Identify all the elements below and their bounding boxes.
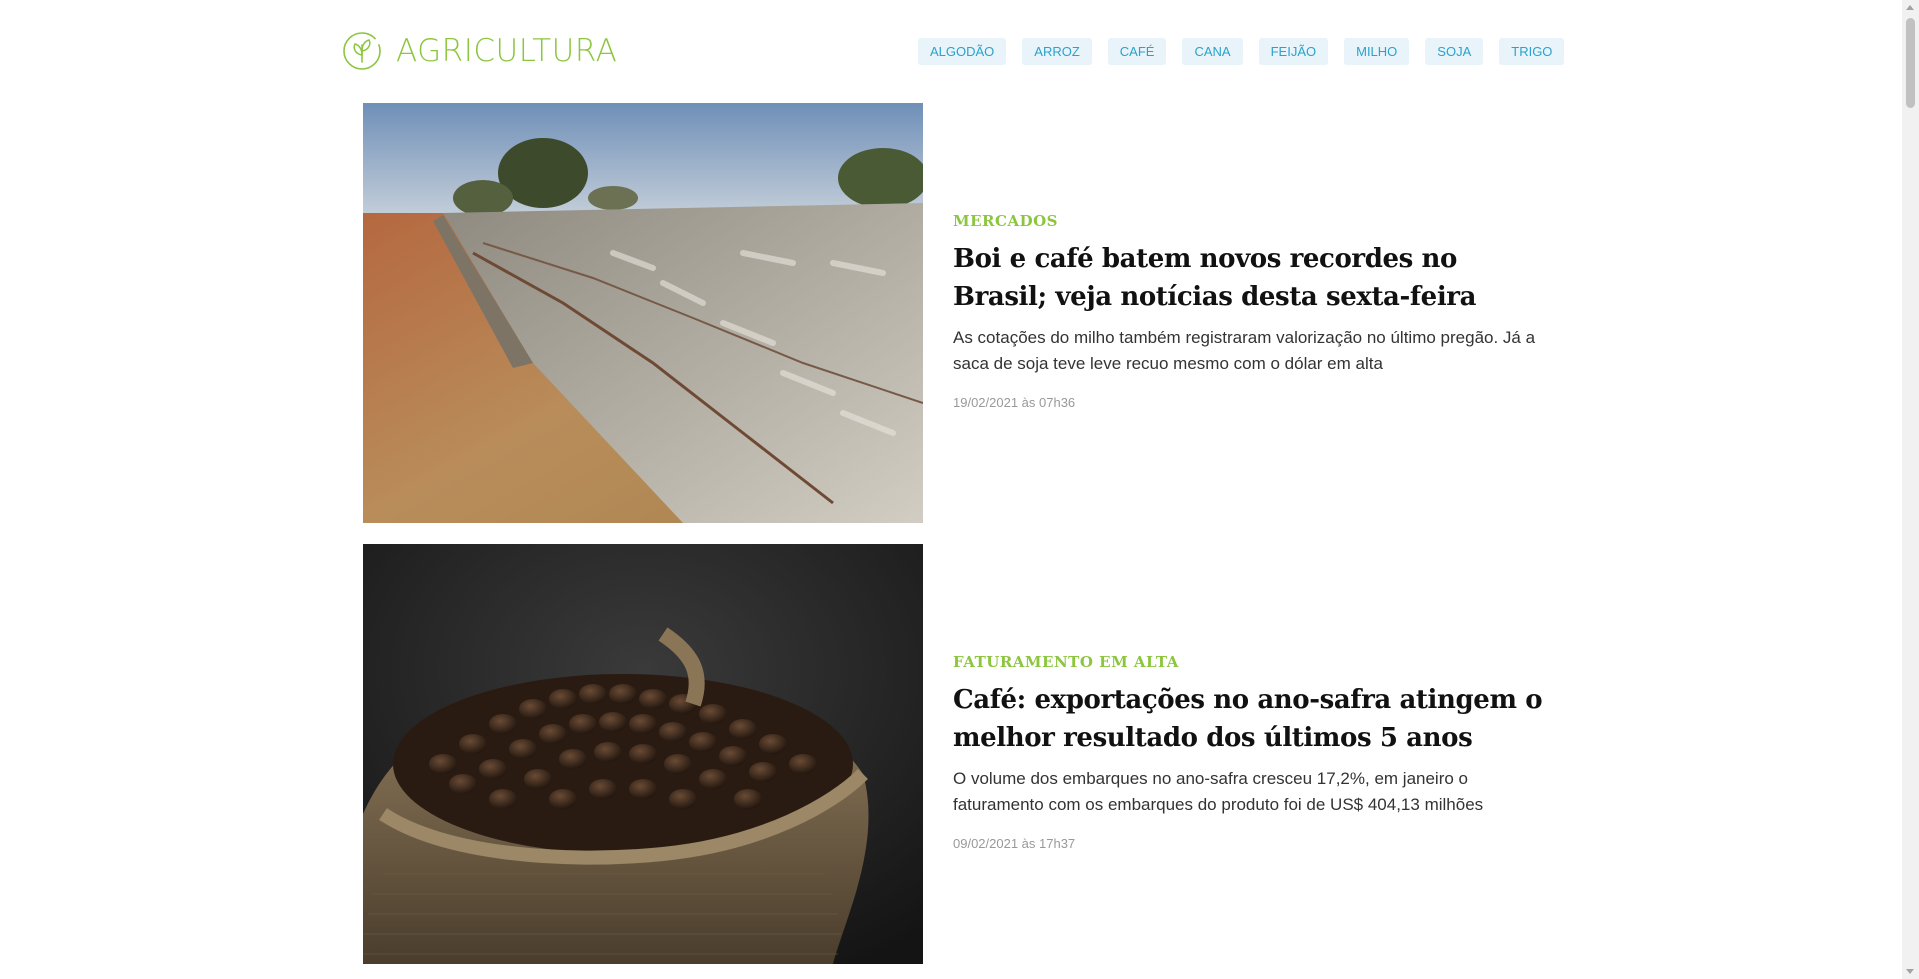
article-headline[interactable]: Café: exportações no ano-safra atingem o…	[953, 681, 1553, 757]
article-category[interactable]: MERCADOS	[953, 212, 1058, 230]
article-text: FATURAMENTO EM ALTA Café: exportações no…	[953, 544, 1553, 964]
leaf-circle-icon	[343, 32, 381, 70]
nav-item-cana[interactable]: CANA	[1182, 38, 1243, 65]
article-image[interactable]	[363, 103, 923, 523]
article-card: MERCADOS Boi e café batem novos recordes…	[363, 103, 1563, 523]
site-logo[interactable]: AGRICULTURA	[342, 31, 617, 71]
nav-item-trigo[interactable]: TRIGO	[1499, 38, 1565, 65]
scrollbar-thumb[interactable]	[1906, 18, 1915, 108]
article-date: 09/02/2021 às 17h37	[953, 836, 1076, 851]
article-date: 19/02/2021 às 07h36	[953, 395, 1076, 410]
article-image[interactable]	[363, 544, 923, 964]
nav-item-cafe[interactable]: CAFÉ	[1107, 38, 1167, 65]
scroll-down-arrow-icon[interactable]	[1906, 969, 1914, 974]
article-summary: As cotações do milho também registraram …	[953, 328, 1536, 373]
nav-item-feijao[interactable]: FEIJÃO	[1258, 38, 1329, 65]
nav-item-soja[interactable]: SOJA	[1425, 38, 1484, 65]
vertical-scrollbar[interactable]	[1902, 0, 1919, 979]
nav-item-milho[interactable]: MILHO	[1344, 38, 1410, 65]
coffee-beans-sack-photo	[363, 544, 923, 964]
page: AGRICULTURA ALGODÃO ARROZ CAFÉ CANA FEIJ…	[0, 0, 1919, 979]
nav-item-algodao[interactable]: ALGODÃO	[918, 38, 1007, 65]
site-header: AGRICULTURA ALGODÃO ARROZ CAFÉ CANA FEIJ…	[0, 0, 1900, 100]
article-headline[interactable]: Boi e café batem novos recordes no Brasi…	[953, 240, 1553, 316]
nav-item-arroz[interactable]: ARROZ	[1022, 38, 1092, 65]
article-summary: O volume dos embarques no ano-safra cres…	[953, 769, 1484, 814]
article-category[interactable]: FATURAMENTO EM ALTA	[953, 653, 1179, 671]
article-card: FATURAMENTO EM ALTA Café: exportações no…	[363, 544, 1563, 964]
cattle-feedlot-photo	[363, 103, 923, 523]
scroll-up-arrow-icon[interactable]	[1906, 5, 1914, 10]
site-title: AGRICULTURA	[396, 33, 618, 69]
crop-nav: ALGODÃO ARROZ CAFÉ CANA FEIJÃO MILHO SOJ…	[918, 38, 1565, 65]
article-text: MERCADOS Boi e café batem novos recordes…	[953, 103, 1553, 523]
